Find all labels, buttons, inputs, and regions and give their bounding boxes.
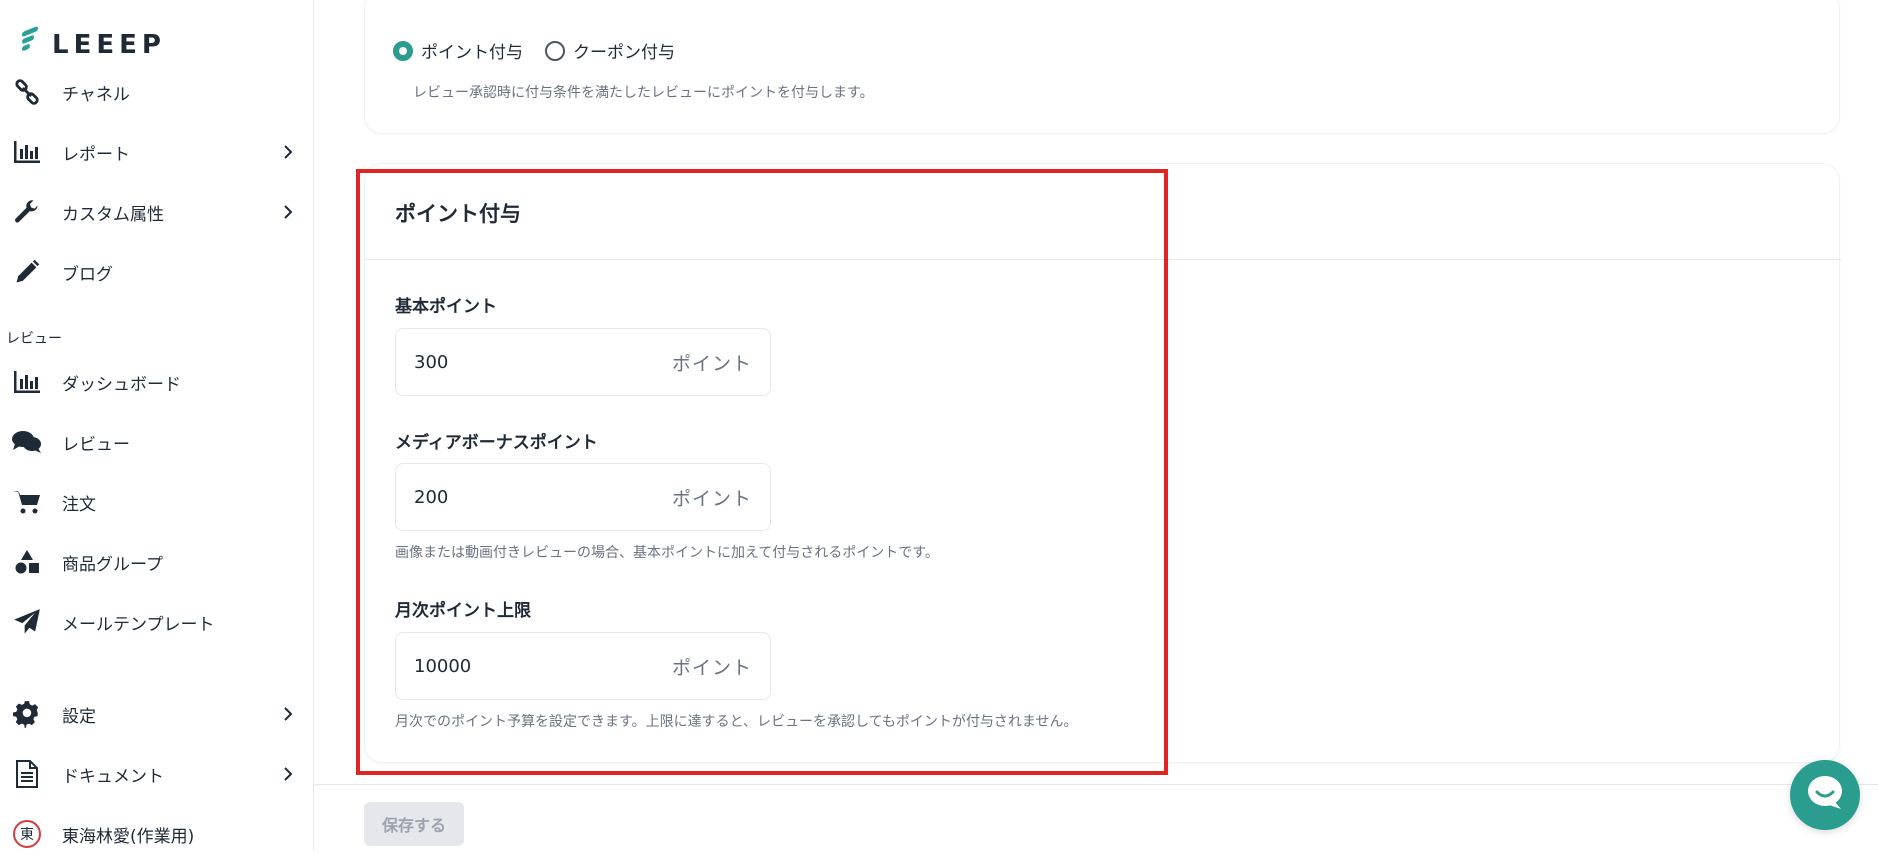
shapes-icon xyxy=(12,547,42,577)
monthly-cap-label: 月次ポイント上限 xyxy=(395,601,531,621)
footer-bar: 保存する xyxy=(314,784,1878,850)
user-name: 東海林愛(作業用) xyxy=(62,826,195,847)
brand-name: LEEEP xyxy=(52,30,166,60)
sidebar: LEEEP チャネル レポート カスタム属性 ブログ レビュー ダッシュボード … xyxy=(0,0,314,850)
radio-coupon-grant-label[interactable]: クーポン付与 xyxy=(573,38,675,63)
monthly-cap-field[interactable]: ポイント xyxy=(395,632,771,700)
point-grant-card: ポイント付与 基本ポイント ポイント メディアボーナスポイント ポイント 画像ま… xyxy=(364,163,1841,763)
grant-type-card: ポイント付与 クーポン付与 レビュー承認時に付与条件を満たしたレビューにポイント… xyxy=(364,0,1840,134)
base-points-label: 基本ポイント xyxy=(395,297,497,317)
sidebar-item-product-groups[interactable]: 商品グループ xyxy=(0,538,314,586)
radio-point-grant-label[interactable]: ポイント付与 xyxy=(421,38,523,63)
sidebar-item-label: カスタム属性 xyxy=(62,204,164,225)
sidebar-item-label: ドキュメント xyxy=(62,766,164,787)
sidebar-item-blog[interactable]: ブログ xyxy=(0,248,314,296)
comments-icon xyxy=(12,427,42,457)
logo-mark-icon xyxy=(22,23,48,57)
avatar: 東 xyxy=(13,820,41,848)
bar-chart-icon xyxy=(12,367,42,397)
sidebar-item-report[interactable]: レポート xyxy=(0,128,314,176)
sidebar-user[interactable]: 東 東海林愛(作業用) xyxy=(0,810,314,858)
sidebar-item-mail-templates[interactable]: メールテンプレート xyxy=(0,598,314,646)
monthly-cap-hint: 月次でのポイント予算を設定できます。上限に達すると、レビューを承認してもポイント… xyxy=(395,714,1078,730)
monthly-cap-input[interactable] xyxy=(414,655,614,677)
cart-icon xyxy=(12,487,42,517)
sidebar-item-settings[interactable]: 設定 xyxy=(0,690,314,738)
sidebar-item-custom-attributes[interactable]: カスタム属性 xyxy=(0,188,314,236)
card-title: ポイント付与 xyxy=(395,202,521,226)
chevron-right-icon xyxy=(282,707,294,721)
pencil-icon xyxy=(12,257,42,287)
logo[interactable]: LEEEP xyxy=(22,20,166,60)
unit-label: ポイント xyxy=(671,656,752,679)
sidebar-item-label: レポート xyxy=(62,144,130,165)
chevron-right-icon xyxy=(282,145,294,159)
chat-icon xyxy=(1805,774,1845,816)
save-button[interactable]: 保存する xyxy=(364,802,464,846)
paper-plane-icon xyxy=(12,607,42,637)
sidebar-item-orders[interactable]: 注文 xyxy=(0,478,314,526)
gear-icon xyxy=(12,699,42,729)
chat-launcher-button[interactable] xyxy=(1790,760,1860,830)
bar-chart-icon xyxy=(12,137,42,167)
sidebar-item-label: 設定 xyxy=(62,706,96,727)
chevron-right-icon xyxy=(282,205,294,219)
main-content: ポイント付与 クーポン付与 レビュー承認時に付与条件を満たしたレビューにポイント… xyxy=(314,0,1878,850)
sidebar-item-channel[interactable]: チャネル xyxy=(0,68,314,116)
grant-type-hint: レビュー承認時に付与条件を満たしたレビューにポイントを付与します。 xyxy=(413,85,874,101)
media-bonus-field[interactable]: ポイント xyxy=(395,463,771,531)
sidebar-item-label: 注文 xyxy=(62,494,96,515)
sidebar-item-documents[interactable]: ドキュメント xyxy=(0,750,314,798)
media-bonus-label: メディアボーナスポイント xyxy=(395,433,598,453)
grant-type-radio-group: ポイント付与 クーポン付与 xyxy=(393,38,689,63)
media-bonus-input[interactable] xyxy=(414,486,614,508)
sidebar-item-reviews[interactable]: レビュー xyxy=(0,418,314,466)
sidebar-item-label: ダッシュボード xyxy=(62,374,181,395)
sidebar-item-label: メールテンプレート xyxy=(62,614,215,635)
link-icon xyxy=(12,77,42,107)
wrench-icon xyxy=(12,197,42,227)
user-avatar: 東 xyxy=(12,819,42,849)
base-points-input[interactable] xyxy=(414,351,614,373)
unit-label: ポイント xyxy=(671,487,752,510)
chevron-right-icon xyxy=(282,767,294,781)
unit-label: ポイント xyxy=(671,352,752,375)
sidebar-item-label: レビュー xyxy=(62,434,130,455)
sidebar-item-label: ブログ xyxy=(62,264,113,285)
radio-point-grant[interactable] xyxy=(393,40,413,61)
document-icon xyxy=(12,759,42,789)
sidebar-item-label: チャネル xyxy=(62,84,130,105)
divider xyxy=(365,259,1841,260)
media-bonus-hint: 画像または動画付きレビューの場合、基本ポイントに加えて付与されるポイントです。 xyxy=(395,545,939,561)
radio-coupon-grant[interactable] xyxy=(545,40,565,61)
base-points-field[interactable]: ポイント xyxy=(395,328,771,396)
section-label-review: レビュー xyxy=(6,331,62,347)
sidebar-item-dashboard[interactable]: ダッシュボード xyxy=(0,358,314,406)
sidebar-item-label: 商品グループ xyxy=(62,554,163,575)
